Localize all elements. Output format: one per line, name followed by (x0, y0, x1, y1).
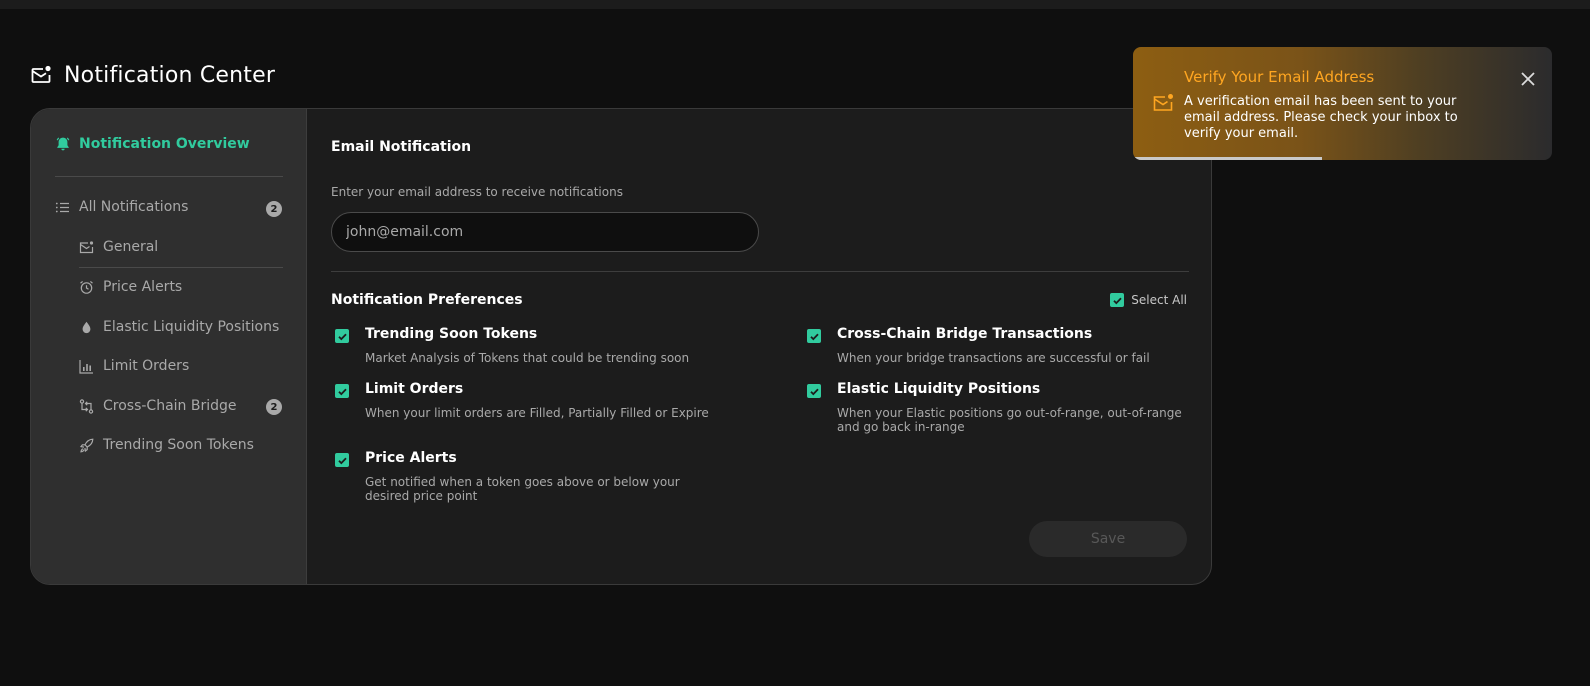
mail-notification-icon (30, 64, 52, 86)
verify-email-toast: Verify Your Email Address A verification… (1133, 47, 1552, 160)
alarm-clock-icon (79, 280, 94, 295)
top-bar (0, 0, 1590, 9)
pref-description: Market Analysis of Tokens that could be … (365, 351, 690, 365)
pref-checkbox[interactable] (807, 384, 821, 398)
sidebar-item-price-alerts[interactable]: Price Alerts (79, 279, 182, 295)
pref-title: Elastic Liquidity Positions (837, 381, 1041, 397)
sidebar: Notification Overview All Notifications … (31, 109, 307, 584)
mail-icon (79, 240, 94, 255)
toast-progress-track (1133, 157, 1552, 160)
pref-checkbox[interactable] (335, 329, 349, 343)
pref-checkbox[interactable] (335, 453, 349, 467)
cross-chain-bridge-count-badge: 2 (266, 399, 282, 415)
select-all-checkbox[interactable] (1110, 293, 1125, 307)
select-all-label: Select All (1131, 293, 1187, 307)
bell-icon (55, 136, 71, 152)
section-divider (331, 271, 1189, 272)
sidebar-item-label: All Notifications (79, 199, 189, 215)
select-all-toggle[interactable]: Select All (1110, 293, 1187, 307)
pref-title: Trending Soon Tokens (365, 326, 538, 342)
sidebar-item-general[interactable]: General (79, 239, 158, 255)
pref-description: Get notified when a token goes above or … (365, 475, 680, 503)
pref-checkbox[interactable] (807, 329, 821, 343)
pref-title: Cross-Chain Bridge Transactions (837, 326, 1093, 342)
bridge-arrows-icon (79, 398, 94, 414)
sidebar-divider (55, 176, 283, 177)
pref-description: When your Elastic positions go out-of-ra… (837, 406, 1182, 434)
sidebar-item-overview[interactable]: Notification Overview (55, 136, 250, 152)
sidebar-item-elastic-liquidity-positions[interactable]: Elastic Liquidity Positions (79, 319, 279, 335)
notification-card: Notification Overview All Notifications … (30, 108, 1212, 585)
pref-checkbox[interactable] (335, 384, 349, 398)
pref-description: When your bridge transactions are succes… (837, 351, 1150, 365)
toast-progress-bar (1133, 157, 1322, 160)
sidebar-item-label: Elastic Liquidity Positions (103, 319, 280, 335)
droplet-icon (79, 320, 94, 335)
page-header: Notification Center (30, 60, 275, 90)
pref-description: When your limit orders are Filled, Parti… (365, 406, 709, 420)
sidebar-item-label: Cross-Chain Bridge (103, 398, 237, 414)
sidebar-item-limit-orders[interactable]: Limit Orders (79, 358, 189, 374)
sidebar-item-label: Price Alerts (103, 279, 183, 295)
sidebar-item-label: Trending Soon Tokens (103, 437, 254, 453)
bar-chart-icon (79, 359, 94, 374)
sidebar-item-cross-chain-bridge[interactable]: Cross-Chain Bridge (79, 398, 237, 414)
toast-message: A verification email has been sent to yo… (1184, 94, 1458, 141)
sidebar-overview-label: Notification Overview (79, 136, 250, 152)
page-title: Notification Center (64, 62, 276, 88)
sidebar-item-label: General (103, 239, 159, 255)
save-button[interactable]: Save (1029, 521, 1187, 557)
all-notifications-count-badge: 2 (266, 201, 282, 217)
mail-notification-icon (1152, 93, 1174, 113)
list-icon (55, 200, 70, 215)
content-panel: Email Notification Enter your email addr… (307, 109, 1211, 584)
email-hint: Enter your email address to receive noti… (331, 185, 623, 199)
pref-title: Limit Orders (365, 381, 464, 397)
email-section-title: Email Notification (331, 139, 472, 155)
sidebar-item-all-notifications[interactable]: All Notifications (55, 199, 283, 215)
sidebar-item-label: Limit Orders (103, 358, 190, 374)
sidebar-divider (79, 267, 283, 268)
email-input[interactable] (331, 212, 759, 252)
preferences-title: Notification Preferences (331, 292, 523, 308)
toast-title: Verify Your Email Address (1184, 68, 1375, 86)
pref-title: Price Alerts (365, 450, 457, 466)
sidebar-item-trending-soon-tokens[interactable]: Trending Soon Tokens (79, 437, 254, 453)
close-icon[interactable] (1518, 69, 1538, 89)
rocket-icon (79, 438, 94, 453)
